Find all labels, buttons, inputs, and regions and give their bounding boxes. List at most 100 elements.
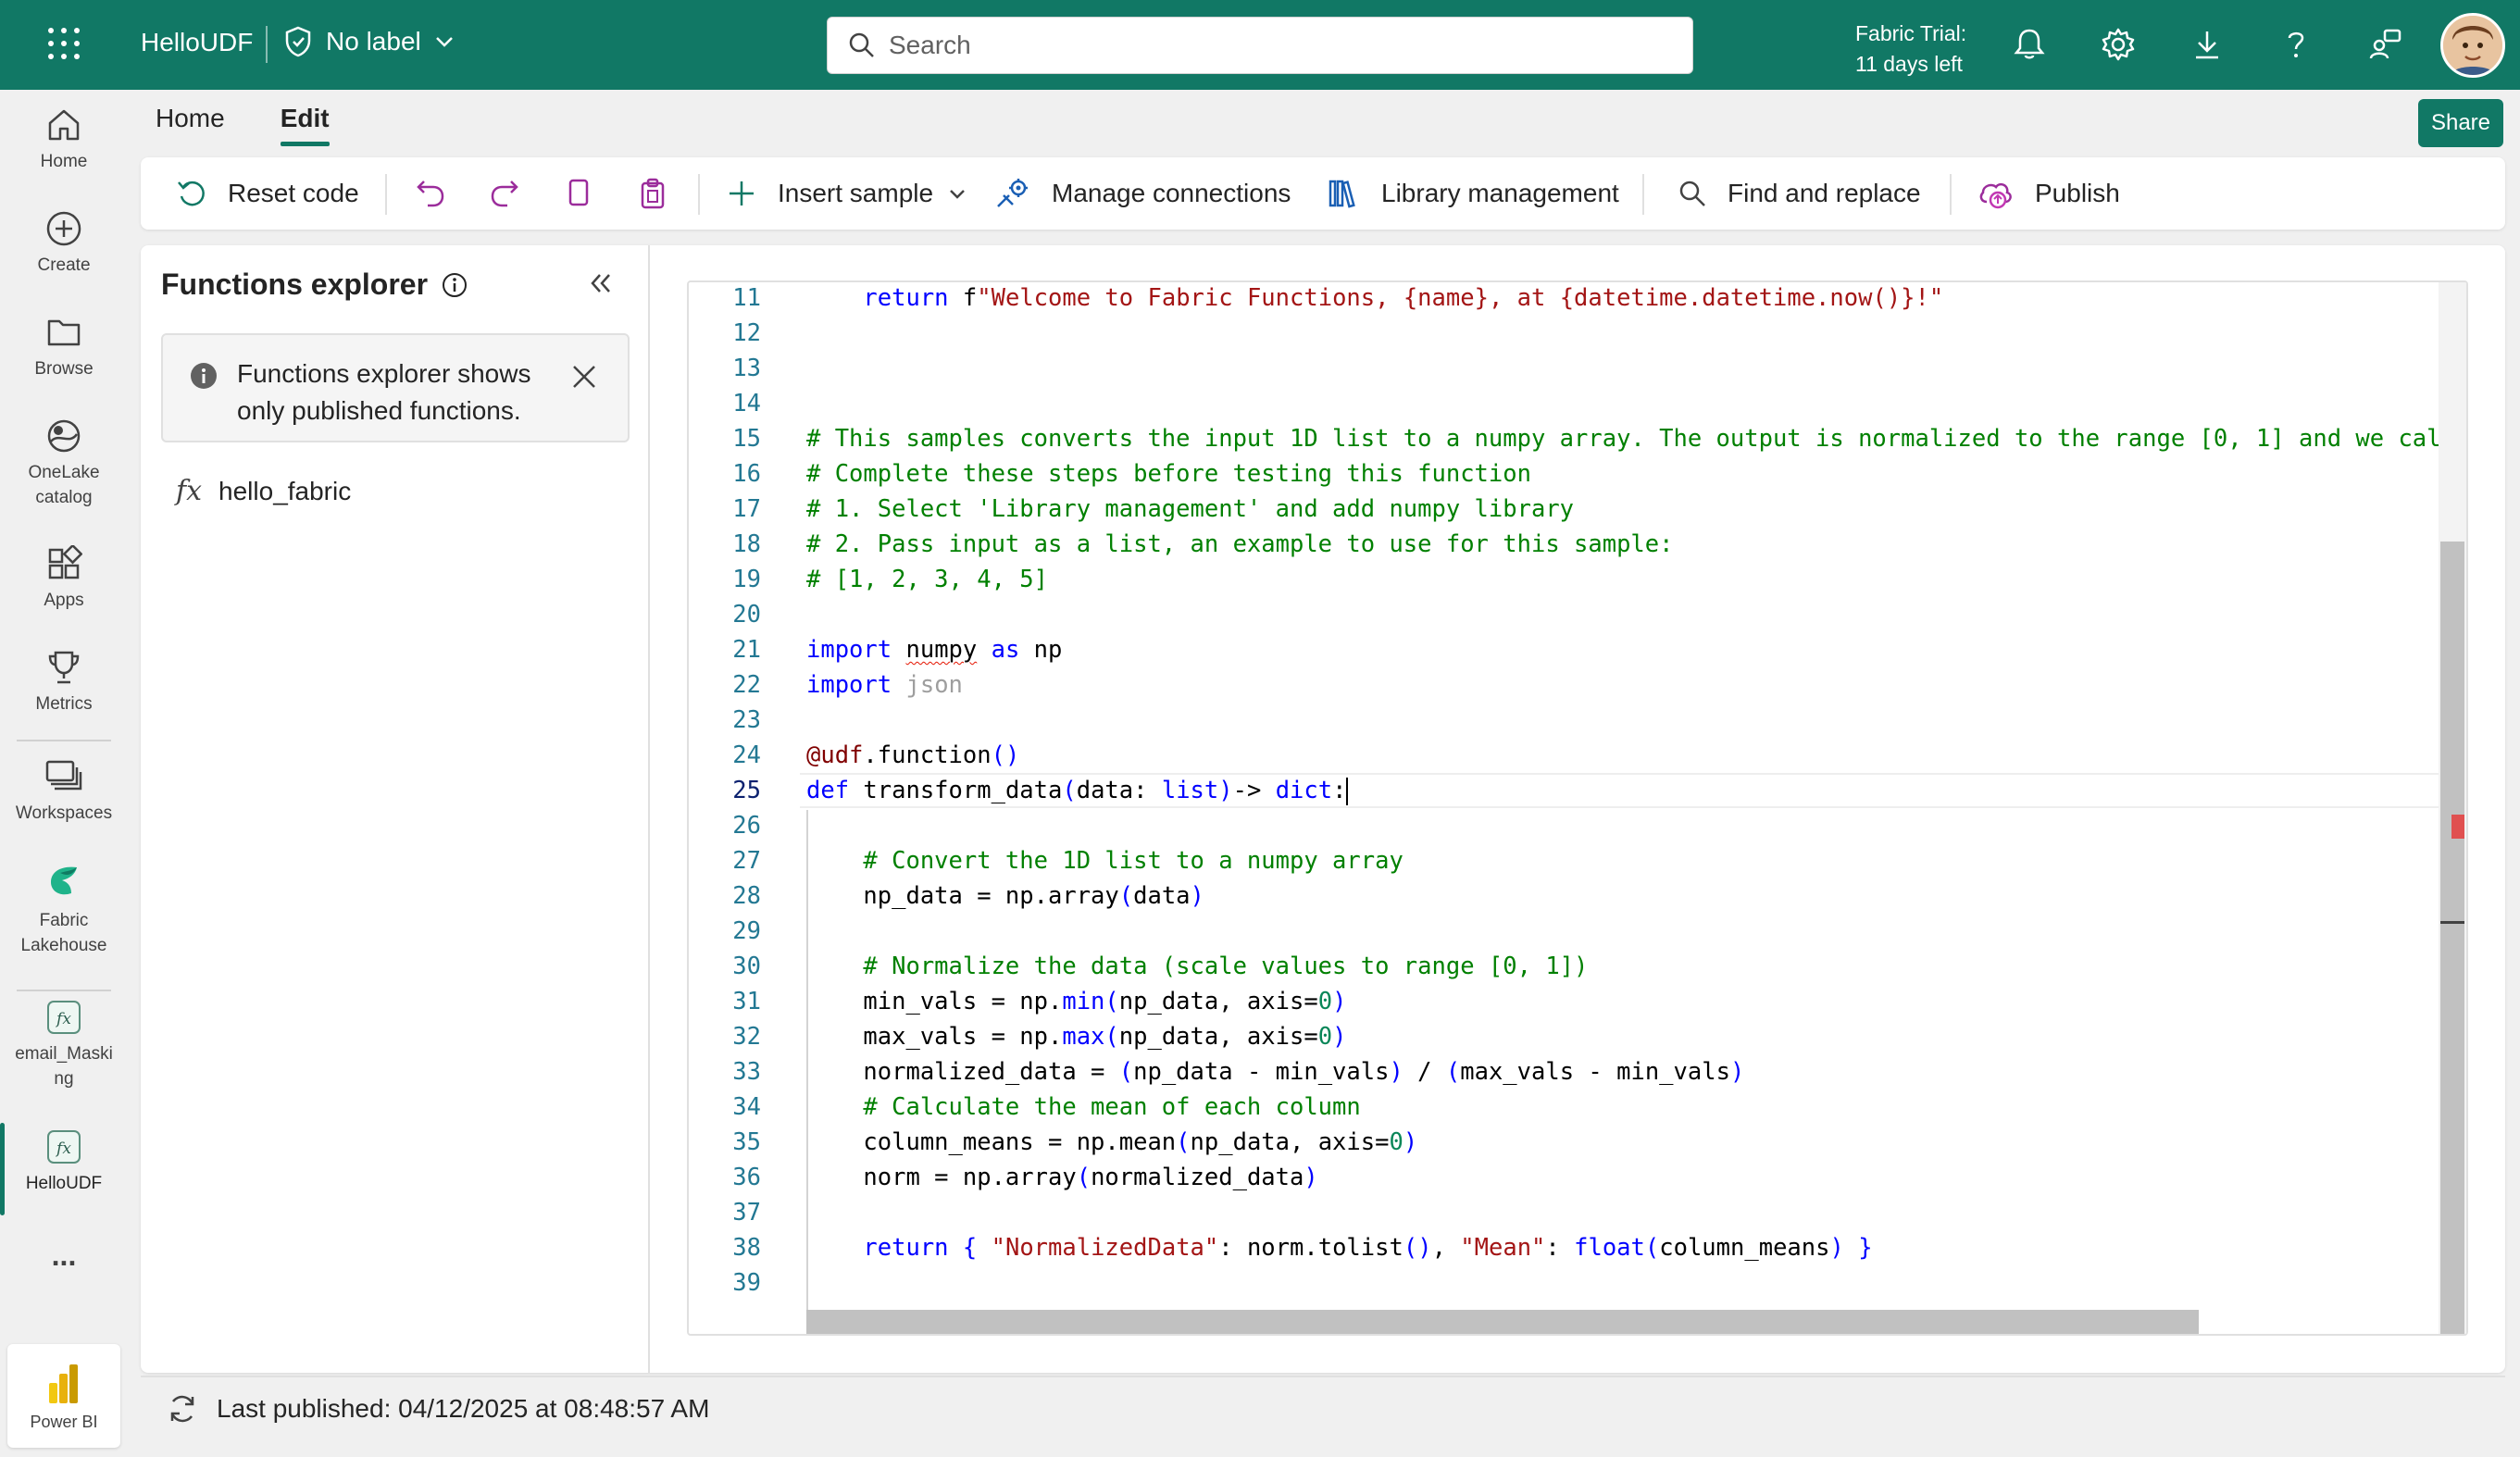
app-launcher-icon[interactable] — [48, 28, 81, 61]
rail-item-create[interactable]: Create — [0, 210, 128, 278]
code-line: 23 — [732, 706, 761, 734]
explorer-title-text: Functions explorer — [161, 268, 429, 301]
home-icon — [48, 109, 80, 141]
code-line: 12 — [732, 319, 761, 347]
function-item-hello-fabric[interactable]: fx hello_fabric — [176, 475, 351, 507]
left-nav-rail: Home Create Browse OneLake catalog Apps … — [0, 90, 128, 1457]
code-line: 16 # Complete these steps before testing … — [732, 460, 1531, 488]
code-line: 35 column_means = np.mean(np_data, axis=… — [732, 1128, 1418, 1156]
rail-item-label: HelloUDF — [25, 1174, 103, 1193]
reset-code-label: Reset code — [228, 179, 359, 207]
vertical-scrollbar[interactable] — [2439, 282, 2466, 1334]
trial-status[interactable]: Fabric Trial: 11 days left — [1855, 19, 1966, 80]
redo-button[interactable] — [489, 157, 520, 230]
find-replace-label: Find and replace — [1728, 179, 1921, 207]
main-panel: Functions explorer Functions explorer sh… — [141, 245, 2505, 1373]
trial-line2: 11 days left — [1855, 52, 1963, 76]
rail-item-label: Fabric Lakehouse — [20, 911, 107, 955]
rail-item-email-masking[interactable]: fx email_Masking — [0, 999, 128, 1091]
code-line: 33 normalized_data = (np_data - min_vals… — [732, 1058, 1745, 1086]
rail-item-onelake[interactable]: OneLake catalog — [0, 417, 128, 510]
info-filled-icon — [191, 363, 217, 389]
more-icon[interactable]: ... — [0, 1240, 128, 1270]
trial-line1: Fabric Trial: — [1855, 21, 1967, 45]
rail-item-workspaces[interactable]: Workspaces — [0, 758, 128, 826]
chevron-down-icon — [950, 190, 965, 199]
info-icon[interactable] — [441, 271, 468, 299]
code-line: 31 min_vals = np.min(np_data, axis=0) — [732, 988, 1347, 1015]
rail-item-browse[interactable]: Browse — [0, 314, 128, 381]
manage-connections-button[interactable]: Manage connections — [994, 157, 1291, 230]
search-icon — [849, 32, 874, 57]
cursor-marker — [2440, 921, 2464, 924]
last-published-text: Last published: 04/12/2025 at 08:48:57 A… — [217, 1394, 710, 1423]
lakehouse-icon — [51, 866, 77, 895]
undo-button[interactable] — [415, 157, 446, 230]
status-bar: Last published: 04/12/2025 at 08:48:57 A… — [141, 1376, 2505, 1440]
feedback-people-icon[interactable] — [2364, 24, 2405, 65]
rail-item-label: OneLake catalog — [28, 463, 100, 507]
reset-code-button[interactable]: Reset code — [176, 157, 359, 230]
tab-edit[interactable]: Edit — [280, 104, 330, 146]
library-management-label: Library management — [1381, 179, 1619, 207]
rail-item-label: Home — [40, 152, 88, 171]
trophy-icon — [48, 651, 80, 684]
help-icon[interactable] — [2276, 24, 2316, 65]
toolbar-divider — [1642, 174, 1644, 215]
sensitivity-label-text: No label — [326, 27, 421, 56]
powerbi-switcher[interactable]: Power BI — [7, 1344, 120, 1448]
horizontal-scrollbar[interactable] — [806, 1310, 2199, 1334]
function-icon: fx — [47, 1001, 81, 1034]
rail-item-apps[interactable]: Apps — [0, 545, 128, 613]
rail-item-home[interactable]: Home — [0, 106, 128, 174]
info-message-text: Functions explorer shows only published … — [237, 359, 531, 425]
download-icon[interactable] — [2187, 24, 2227, 65]
plus-circle-icon — [46, 211, 81, 246]
publish-button[interactable]: Publish — [1977, 157, 2120, 230]
search-input[interactable] — [889, 31, 1629, 60]
tab-home[interactable]: Home — [156, 104, 225, 146]
code-line: 30 # Normalize the data (scale values to… — [732, 953, 1589, 980]
code-line: 18 # 2. Pass input as a list, an example … — [732, 530, 1674, 558]
app-name[interactable]: HelloUDF — [141, 28, 253, 57]
paste-icon — [641, 178, 665, 209]
edit-toolbar: Reset code Insert sample Manage connecti… — [141, 157, 2505, 230]
code-line: 36 norm = np.array(normalized_data) — [732, 1164, 1318, 1191]
library-icon — [1329, 180, 1355, 208]
settings-gear-icon[interactable] — [2098, 24, 2139, 65]
code-line: 19 # [1, 2, 3, 4, 5] — [732, 566, 1048, 593]
copy-button[interactable] — [563, 157, 594, 230]
chevron-down-icon — [435, 37, 453, 47]
plus-icon — [730, 181, 754, 205]
code-line: 24 @udf.function() — [732, 741, 1020, 769]
rail-item-label: email_Masking — [15, 1044, 113, 1089]
info-message-bar: Functions explorer shows only published … — [161, 333, 630, 442]
redo-icon — [491, 181, 518, 207]
close-icon[interactable] — [570, 363, 598, 391]
share-button[interactable]: Share — [2418, 99, 2503, 147]
code-editor[interactable]: 11 return f"Welcome to Fabric Functions,… — [687, 280, 2468, 1336]
collapse-panel-icon[interactable] — [587, 269, 615, 302]
code-line: 28 np_data = np.array(data) — [732, 882, 1204, 910]
insert-sample-button[interactable]: Insert sample — [728, 157, 967, 230]
top-bar: HelloUDF No label Fabric Trial: 11 days … — [0, 0, 2520, 90]
rail-item-helloudf[interactable]: fx HelloUDF — [0, 1123, 128, 1215]
user-avatar[interactable] — [2440, 13, 2505, 78]
error-marker — [2451, 815, 2464, 839]
search-box[interactable] — [827, 17, 1693, 74]
code-line: 34 # Calculate the mean of each column — [732, 1093, 1361, 1121]
find-replace-button[interactable]: Find and replace — [1678, 157, 1921, 230]
code-line: 26 — [732, 812, 761, 840]
code-line: 38 return { "NormalizedData": norm.tolis… — [732, 1234, 1873, 1262]
vertical-scroll-thumb[interactable] — [2440, 542, 2464, 1334]
rail-item-metrics[interactable]: Metrics — [0, 649, 128, 716]
paste-button[interactable] — [637, 157, 668, 230]
sensitivity-label-dropdown[interactable]: No label — [283, 26, 455, 57]
rail-item-fabric-lakehouse[interactable]: Fabric Lakehouse — [0, 862, 128, 958]
notifications-bell-icon[interactable] — [2009, 24, 2050, 65]
rail-item-label: Browse — [34, 359, 94, 379]
code-line: 27 # Convert the 1D list to a numpy arra… — [732, 847, 1403, 875]
library-management-button[interactable]: Library management — [1328, 157, 1619, 230]
code-line: 32 max_vals = np.max(np_data, axis=0) — [732, 1023, 1347, 1051]
function-icon: fx — [47, 1130, 81, 1164]
